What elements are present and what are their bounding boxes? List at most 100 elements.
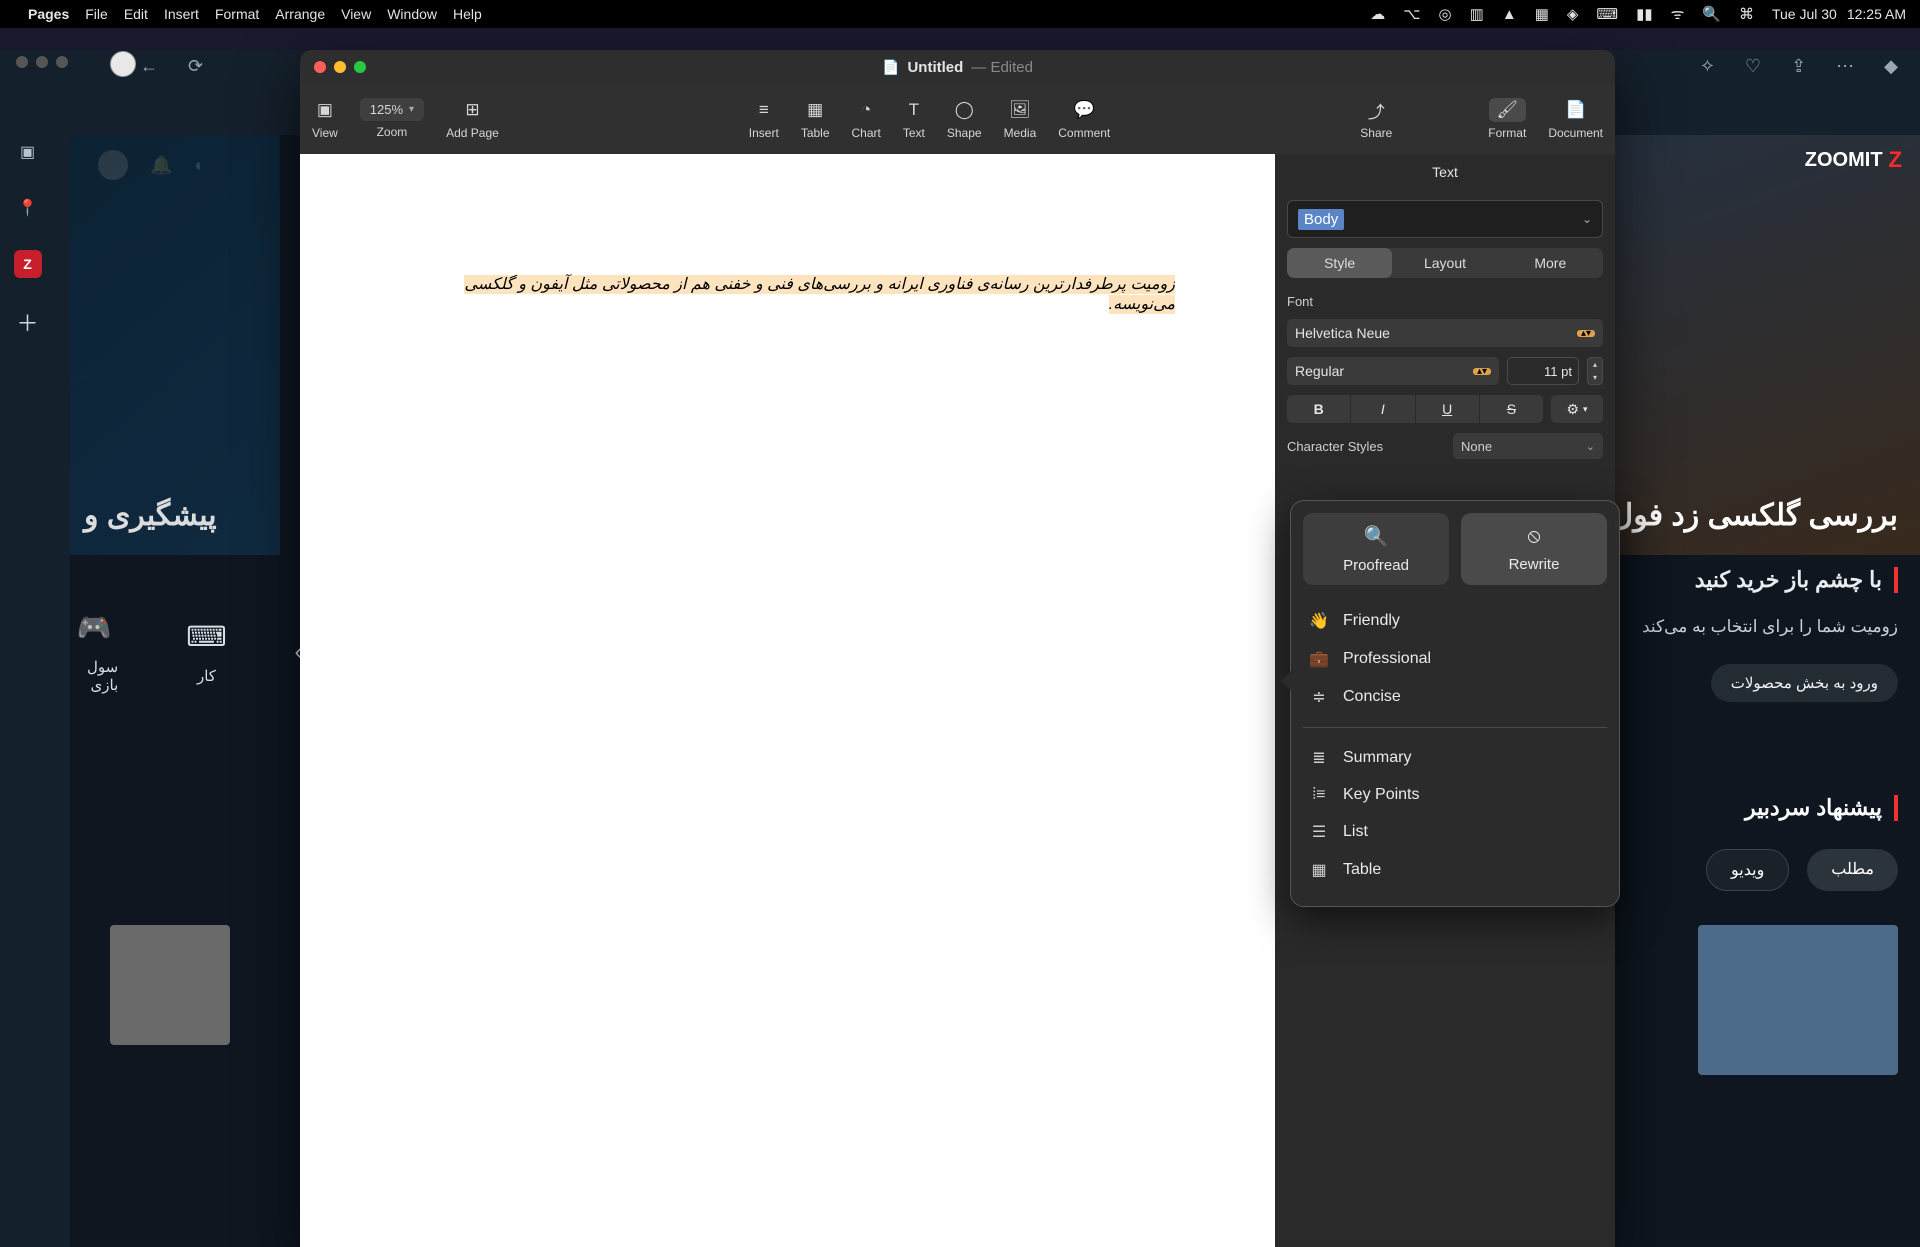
control-center-icon[interactable]: ⌘ (1739, 5, 1754, 23)
briefcase-icon: 💼 (1309, 649, 1329, 669)
rail-pin-icon[interactable]: 📍 (14, 194, 42, 222)
document-file-icon: 📄 (882, 59, 899, 76)
rail-library-icon[interactable]: ▣ (14, 138, 42, 166)
app-menu[interactable]: Pages (28, 6, 69, 22)
stage-manager-icon[interactable]: ▥ (1470, 5, 1484, 23)
bold-button[interactable]: B (1287, 395, 1351, 423)
transform-keypoints[interactable]: ⦙≡Key Points (1303, 778, 1607, 812)
copilot-icon[interactable]: ◆ (1884, 56, 1898, 77)
article-thumb-left[interactable] (110, 925, 230, 1045)
rail-zoomit-tab[interactable]: Z (14, 250, 42, 278)
font-size-field[interactable]: 11 pt (1507, 357, 1579, 385)
character-styles-row: Character Styles None ⌄ (1287, 433, 1603, 459)
menu-file[interactable]: File (85, 6, 108, 22)
cloud-icon[interactable]: ☁︎ (1370, 5, 1385, 23)
heart-icon[interactable]: ♡ (1745, 56, 1761, 77)
tb-comment[interactable]: 💬Comment (1058, 98, 1110, 140)
tone-friendly[interactable]: 👋Friendly (1303, 603, 1607, 639)
tb-document[interactable]: 📄Document (1548, 98, 1603, 140)
tb-add-page[interactable]: ⊞ Add Page (446, 98, 499, 140)
tb-table[interactable]: ▦Table (801, 98, 830, 140)
category-work[interactable]: ⌨ کار (186, 620, 226, 685)
tb-media[interactable]: 🖼Media (1004, 98, 1037, 140)
transform-list[interactable]: ☰List (1303, 814, 1607, 850)
tb-shape[interactable]: ◯Shape (947, 98, 982, 140)
menu-arrange[interactable]: Arrange (275, 6, 325, 22)
wifi-icon[interactable]: ᯤ (1671, 4, 1685, 24)
document-edited-label: — Edited (971, 59, 1033, 76)
menu-view[interactable]: View (341, 6, 371, 22)
italic-button[interactable]: I (1351, 395, 1415, 423)
advanced-font-button[interactable]: ⚙▾ (1551, 395, 1603, 423)
chip-video[interactable]: ویدیو (1706, 849, 1789, 891)
browser-traffic-lights[interactable] (16, 56, 68, 68)
tb-format[interactable]: 🖌Format (1488, 98, 1526, 140)
font-size-stepper[interactable]: ▴▾ (1587, 357, 1603, 385)
zoom-window-button[interactable] (354, 61, 366, 73)
category-console[interactable]: 🎮 سول بازی (70, 611, 118, 694)
tone-professional[interactable]: 💼Professional (1303, 641, 1607, 677)
zoomit-logo[interactable]: ZZOOMIT (1805, 147, 1902, 173)
tb-insert[interactable]: ≡Insert (749, 98, 779, 140)
input-lang-icon[interactable]: ⌨︎ (1596, 5, 1618, 23)
share-browser-icon[interactable]: ⇪ (1791, 56, 1806, 77)
buy-cta-button[interactable]: ورود به بخش محصولات (1711, 664, 1898, 702)
list-icon: ☰ (1309, 822, 1329, 842)
mountain-icon[interactable]: ▲ (1502, 6, 1517, 23)
tone-concise[interactable]: ≑Concise (1303, 679, 1607, 715)
tb-view[interactable]: ▣ View (312, 98, 338, 140)
browser-profile-avatar[interactable] (110, 51, 136, 77)
article-thumb-right[interactable] (1698, 925, 1898, 1075)
tb-share[interactable]: ⤴Share (1360, 98, 1392, 140)
proofread-button[interactable]: 🔍 Proofread (1303, 513, 1449, 585)
tab-layout[interactable]: Layout (1392, 248, 1497, 278)
keyboard-icon: ⌨ (186, 620, 226, 653)
stepper-icon[interactable]: ▴▾ (1473, 368, 1491, 375)
tab-style[interactable]: Style (1287, 248, 1392, 278)
tb-zoom[interactable]: 125%▾ Zoom (360, 98, 424, 140)
document-body-text[interactable]: زومیت پرطرفدارترین رسانه‌ی فناوری ایرانه… (440, 274, 1175, 314)
chevron-down-icon: ⌄ (1582, 212, 1592, 226)
tb-chart[interactable]: ◔Chart (852, 98, 881, 140)
extension-icon[interactable]: ✧ (1700, 56, 1715, 77)
reload-icon[interactable]: ⟳ (188, 56, 203, 77)
more-icon[interactable]: ⋯ (1836, 56, 1854, 77)
spotlight-icon[interactable]: 🔍 (1702, 5, 1721, 23)
menu-insert[interactable]: Insert (164, 6, 199, 22)
document-title[interactable]: Untitled (907, 59, 963, 76)
insert-icon: ≡ (759, 98, 769, 122)
minimize-window-button[interactable] (334, 61, 346, 73)
tab-more[interactable]: More (1498, 248, 1603, 278)
menu-format[interactable]: Format (215, 6, 259, 22)
transform-table[interactable]: ▦Table (1303, 852, 1607, 888)
menu-help[interactable]: Help (453, 6, 482, 22)
character-styles-dropdown[interactable]: None ⌄ (1453, 433, 1603, 459)
menubar-time[interactable]: 12:25 AM (1847, 6, 1906, 22)
transform-summary[interactable]: ≣Summary (1303, 740, 1607, 776)
translate-icon[interactable]: ⌥ (1403, 5, 1420, 23)
app-icon[interactable]: ▦ (1535, 5, 1549, 23)
close-window-button[interactable] (314, 61, 326, 73)
underline-button[interactable]: U (1416, 395, 1480, 423)
telegram-icon[interactable]: ◈ (1567, 5, 1579, 23)
stepper-icon[interactable]: ▴▾ (1577, 330, 1595, 337)
document-canvas[interactable]: زومیت پرطرفدارترین رسانه‌ی فناوری ایرانه… (300, 154, 1275, 1247)
rewrite-button[interactable]: ⦸ Rewrite (1461, 513, 1607, 585)
menubar-date[interactable]: Tue Jul 30 (1772, 6, 1837, 22)
paragraph-style-dropdown[interactable]: Body ⌄ (1287, 200, 1603, 238)
hero-card-left[interactable]: پیشگیری و (70, 135, 280, 555)
back-icon[interactable]: ← (140, 56, 158, 77)
menu-window[interactable]: Window (387, 6, 437, 22)
menu-edit[interactable]: Edit (124, 6, 148, 22)
category-carousel: 🎮 سول بازی ⌨ کار ‹ (70, 577, 320, 727)
chevron-down-icon: ⌄ (1586, 440, 1595, 453)
font-weight-dropdown[interactable]: Regular ▴▾ (1287, 357, 1499, 385)
battery-icon[interactable]: ▮▮ (1636, 5, 1653, 23)
strikethrough-button[interactable]: S (1480, 395, 1543, 423)
tb-text[interactable]: TText (903, 98, 925, 140)
airplay-icon[interactable]: ◎ (1439, 5, 1452, 23)
chip-article[interactable]: مطلب (1807, 849, 1898, 891)
font-family-dropdown[interactable]: Helvetica Neue ▴▾ (1287, 319, 1603, 347)
rail-add-tab-icon[interactable]: ＋ (16, 306, 38, 338)
pages-titlebar: 📄 Untitled — Edited (300, 50, 1615, 84)
